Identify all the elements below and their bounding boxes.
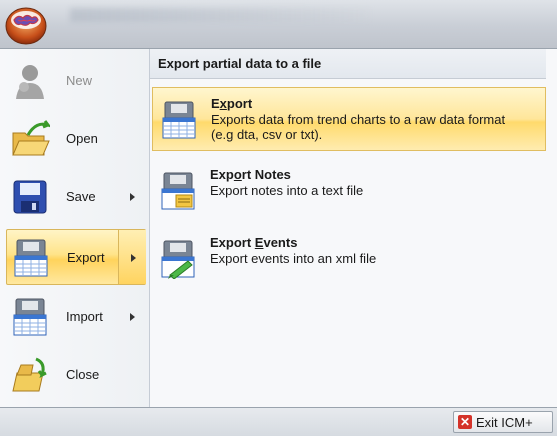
submenu-item-export-events-title: Export Events bbox=[210, 235, 298, 250]
import-icon bbox=[13, 298, 47, 336]
new-user-icon bbox=[16, 65, 44, 99]
close-folder-icon bbox=[12, 357, 47, 392]
menu-command-list: New Open Save Export Import Close bbox=[0, 49, 150, 407]
menu-item-close-label: Close bbox=[66, 367, 100, 382]
menu-item-new-label: New bbox=[66, 73, 93, 88]
exit-button-label: Exit ICM+ bbox=[476, 415, 533, 430]
menu-item-open-label: Open bbox=[66, 131, 98, 146]
submenu-item-export-notes-description: Export notes into a text file bbox=[210, 183, 364, 198]
export-submenu: Export partial data to a file Export Exp… bbox=[150, 49, 557, 407]
export-data-icon bbox=[162, 101, 196, 139]
export-icon bbox=[14, 239, 48, 277]
submenu-header: Export partial data to a file bbox=[150, 49, 546, 79]
export-events-icon bbox=[161, 240, 195, 279]
menu-item-close[interactable]: Close bbox=[6, 347, 146, 403]
menu-item-save-label: Save bbox=[66, 189, 96, 204]
application-menu: New Open Save Export Import Close Export… bbox=[0, 48, 557, 408]
split-divider bbox=[118, 230, 119, 284]
title-bar bbox=[0, 0, 557, 48]
submenu-item-export[interactable]: Export Exports data from trend charts to… bbox=[152, 87, 546, 151]
menu-item-export-label: Export bbox=[67, 250, 105, 265]
submenu-item-export-notes-title: Export Notes bbox=[210, 167, 291, 182]
menu-item-new[interactable]: New bbox=[6, 53, 146, 109]
submenu-arrow-icon bbox=[131, 254, 136, 262]
window-bottom-edge bbox=[0, 436, 557, 444]
submenu-item-export-description: Exports data from trend charts to a raw … bbox=[211, 112, 506, 142]
menu-footer: ✕ Exit ICM+ bbox=[0, 408, 557, 436]
open-folder-icon bbox=[12, 120, 50, 156]
menu-item-open[interactable]: Open bbox=[6, 111, 146, 167]
save-disk-icon bbox=[13, 180, 47, 214]
menu-item-import-label: Import bbox=[66, 309, 103, 324]
application-menu-button[interactable] bbox=[4, 2, 56, 46]
submenu-item-export-events[interactable]: Export Events Export events into an xml … bbox=[152, 227, 546, 291]
exit-button[interactable]: ✕ Exit ICM+ bbox=[453, 411, 553, 433]
app-logo-icon bbox=[5, 7, 47, 45]
submenu-arrow-icon bbox=[130, 313, 135, 321]
submenu-item-export-title: Export bbox=[211, 96, 253, 111]
submenu-item-export-events-description: Export events into an xml file bbox=[210, 251, 377, 266]
window-title-area bbox=[70, 8, 370, 22]
submenu-arrow-icon bbox=[130, 193, 135, 201]
menu-item-save[interactable]: Save bbox=[6, 169, 146, 225]
submenu-item-export-notes[interactable]: Export Notes Export notes into a text fi… bbox=[152, 159, 546, 223]
menu-item-import[interactable]: Import bbox=[6, 289, 146, 345]
exit-x-icon: ✕ bbox=[458, 415, 472, 429]
export-notes-icon bbox=[161, 172, 195, 210]
menu-item-export[interactable]: Export bbox=[6, 229, 146, 285]
